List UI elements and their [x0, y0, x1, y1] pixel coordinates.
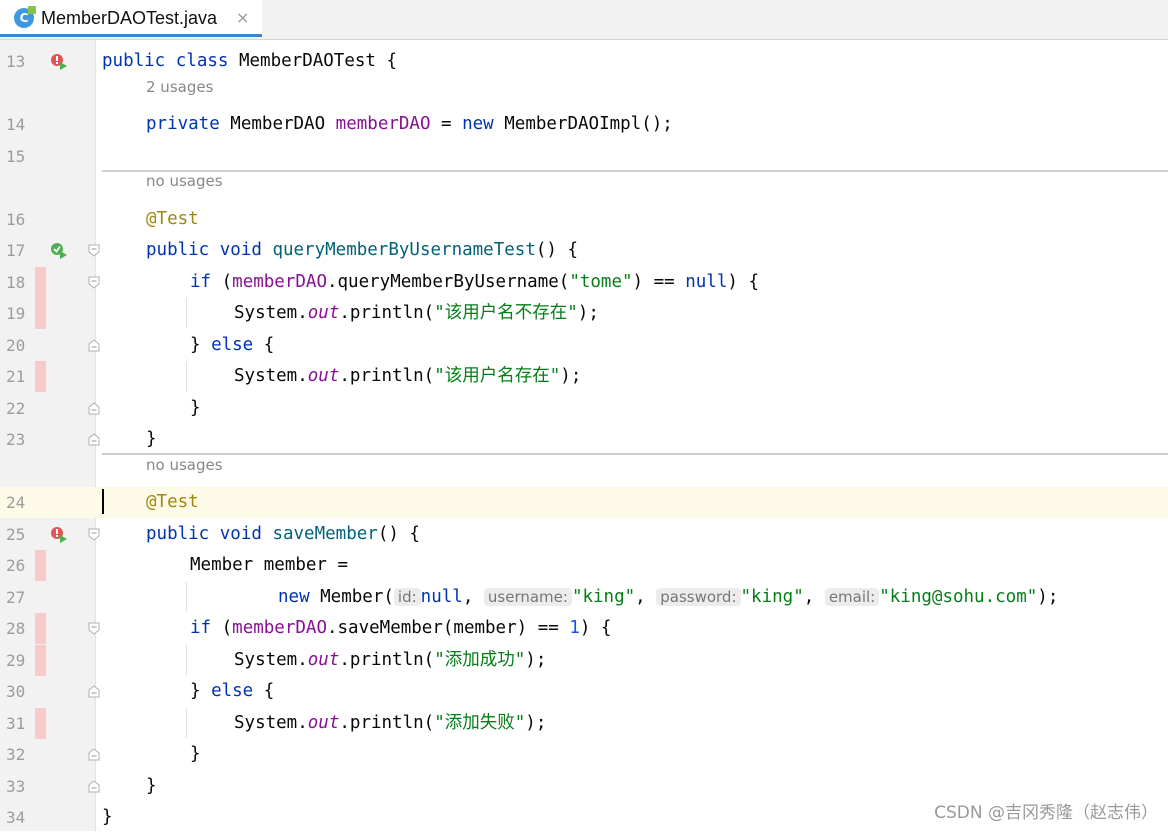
fold-close-icon[interactable] — [88, 433, 100, 446]
line-number: 29 — [6, 651, 26, 670]
code-text: } else { — [190, 335, 275, 355]
line-number: 33 — [6, 777, 26, 796]
code-text: } else { — [190, 681, 275, 701]
code-text: System.out.println("该用户名存在"); — [234, 366, 582, 386]
usages-hint[interactable]: no usages — [146, 172, 223, 190]
code-line-28[interactable]: 28 if (memberDAO.saveMember(member) == 1… — [0, 613, 1168, 644]
line-number: 23 — [6, 430, 26, 449]
line-number: 28 — [6, 619, 26, 638]
coverage-marker — [35, 550, 46, 581]
fold-close-icon[interactable] — [88, 780, 100, 793]
line-number: 17 — [6, 241, 26, 260]
fold-open-icon[interactable] — [88, 244, 100, 257]
line-number: 20 — [6, 336, 26, 355]
code-line-13[interactable]: 13 public class MemberDAOTest { — [0, 46, 1168, 77]
line-number: 19 — [6, 304, 26, 323]
fold-open-icon[interactable] — [88, 276, 100, 289]
code-text: } — [190, 398, 201, 418]
line-number: 31 — [6, 714, 26, 733]
usages-hint[interactable]: 2 usages — [146, 78, 213, 96]
code-text: if (memberDAO.saveMember(member) == 1) { — [190, 618, 612, 638]
code-line-26[interactable]: 26 Member member = — [0, 550, 1168, 581]
fold-open-icon[interactable] — [88, 528, 100, 541]
code-text: } — [146, 776, 157, 796]
code-text: } — [190, 744, 201, 764]
run-failed-icon[interactable] — [50, 526, 68, 544]
code-text: System.out.println("添加成功"); — [234, 650, 547, 670]
code-text: public void queryMemberByUsernameTest() … — [146, 240, 579, 260]
code-line-23[interactable]: 23 } — [0, 424, 1168, 455]
fold-close-icon[interactable] — [88, 402, 100, 415]
code-text: } — [102, 807, 113, 827]
code-text: @Test — [146, 209, 199, 229]
code-line-15[interactable]: 15 — [0, 141, 1168, 172]
line-number: 25 — [6, 525, 26, 544]
coverage-marker — [35, 613, 46, 644]
code-text: private MemberDAO memberDAO = new Member… — [146, 114, 673, 134]
method-separator — [102, 170, 1168, 172]
line-number: 22 — [6, 399, 26, 418]
line-number: 34 — [6, 808, 26, 827]
code-line-18[interactable]: 18 if (memberDAO.queryMemberByUsername("… — [0, 267, 1168, 298]
run-failed-icon[interactable] — [50, 53, 68, 71]
code-text: if (memberDAO.queryMemberByUsername("tom… — [190, 272, 759, 292]
code-line-24[interactable]: 24 @Test — [0, 487, 1168, 518]
line-number: 27 — [6, 588, 26, 607]
coverage-marker — [35, 361, 46, 392]
line-number: 18 — [6, 273, 26, 292]
run-passed-icon[interactable] — [50, 242, 68, 260]
code-line-21[interactable]: 21 System.out.println("该用户名存在"); — [0, 361, 1168, 392]
param-hint-username: username: — [483, 588, 572, 606]
code-line-19[interactable]: 19 System.out.println("该用户名不存在"); — [0, 298, 1168, 329]
code-line-20[interactable]: 20 } else { — [0, 330, 1168, 361]
coverage-marker — [35, 645, 46, 676]
usages-hint[interactable]: no usages — [146, 456, 223, 474]
param-hint-email: email: — [824, 588, 880, 606]
code-text: public class MemberDAOTest { — [102, 51, 398, 71]
line-number: 13 — [6, 52, 26, 71]
fold-close-icon[interactable] — [88, 685, 100, 698]
coverage-marker — [35, 267, 46, 298]
line-number: 16 — [6, 210, 26, 229]
line-number: 14 — [6, 115, 26, 134]
param-hint-password: password: — [656, 588, 741, 606]
code-text: Member member = — [190, 555, 349, 575]
line-number: 24 — [6, 493, 26, 512]
code-line-27[interactable]: 27 new Member(id: null, username: "king", … — [0, 582, 1168, 613]
code-line-16[interactable]: 16 @Test — [0, 204, 1168, 235]
fold-close-icon[interactable] — [88, 748, 100, 761]
tab-label: MemberDAOTest.java — [41, 8, 218, 28]
code-text: new Member(id: null, username: "king", pas… — [278, 587, 1059, 607]
fold-close-icon[interactable] — [88, 339, 100, 352]
code-line-14[interactable]: 14 private MemberDAO memberDAO = new Mem… — [0, 109, 1168, 140]
tab-memberdaotest-java[interactable]: C MemberDAOTest.java × — [0, 0, 262, 37]
code-line-29[interactable]: 29 System.out.println("添加成功"); — [0, 645, 1168, 676]
code-line-32[interactable]: 32 } — [0, 739, 1168, 770]
watermark: CSDN @吉冈秀隆（赵志伟） — [934, 803, 1158, 823]
code-line-31[interactable]: 31 System.out.println("添加失败"); — [0, 708, 1168, 739]
code-line-30[interactable]: 30 } else { — [0, 676, 1168, 707]
editor-tab-bar: C MemberDAOTest.java × — [0, 0, 1168, 40]
coverage-marker — [35, 708, 46, 739]
fold-open-icon[interactable] — [88, 622, 100, 635]
code-line-25[interactable]: 25 public void saveMember() { — [0, 519, 1168, 550]
code-text: System.out.println("该用户名不存在"); — [234, 303, 599, 323]
code-line-22[interactable]: 22 } — [0, 393, 1168, 424]
close-icon[interactable]: × — [236, 8, 249, 27]
code-text: System.out.println("添加失败"); — [234, 713, 547, 733]
line-number: 15 — [6, 147, 26, 166]
method-separator — [102, 453, 1168, 455]
line-number: 21 — [6, 367, 26, 386]
code-text: @Test — [146, 492, 199, 512]
coverage-marker — [35, 298, 46, 329]
line-number: 26 — [6, 556, 26, 575]
param-hint-id: id: — [393, 588, 421, 606]
code-text: public void saveMember() { — [146, 524, 420, 544]
code-line-17[interactable]: 17 public void queryMemberByUsernameTest… — [0, 235, 1168, 266]
java-class-icon: C — [14, 6, 36, 28]
line-number: 32 — [6, 745, 26, 764]
text-caret — [102, 489, 104, 514]
line-number: 30 — [6, 682, 26, 701]
code-text: } — [146, 429, 157, 449]
